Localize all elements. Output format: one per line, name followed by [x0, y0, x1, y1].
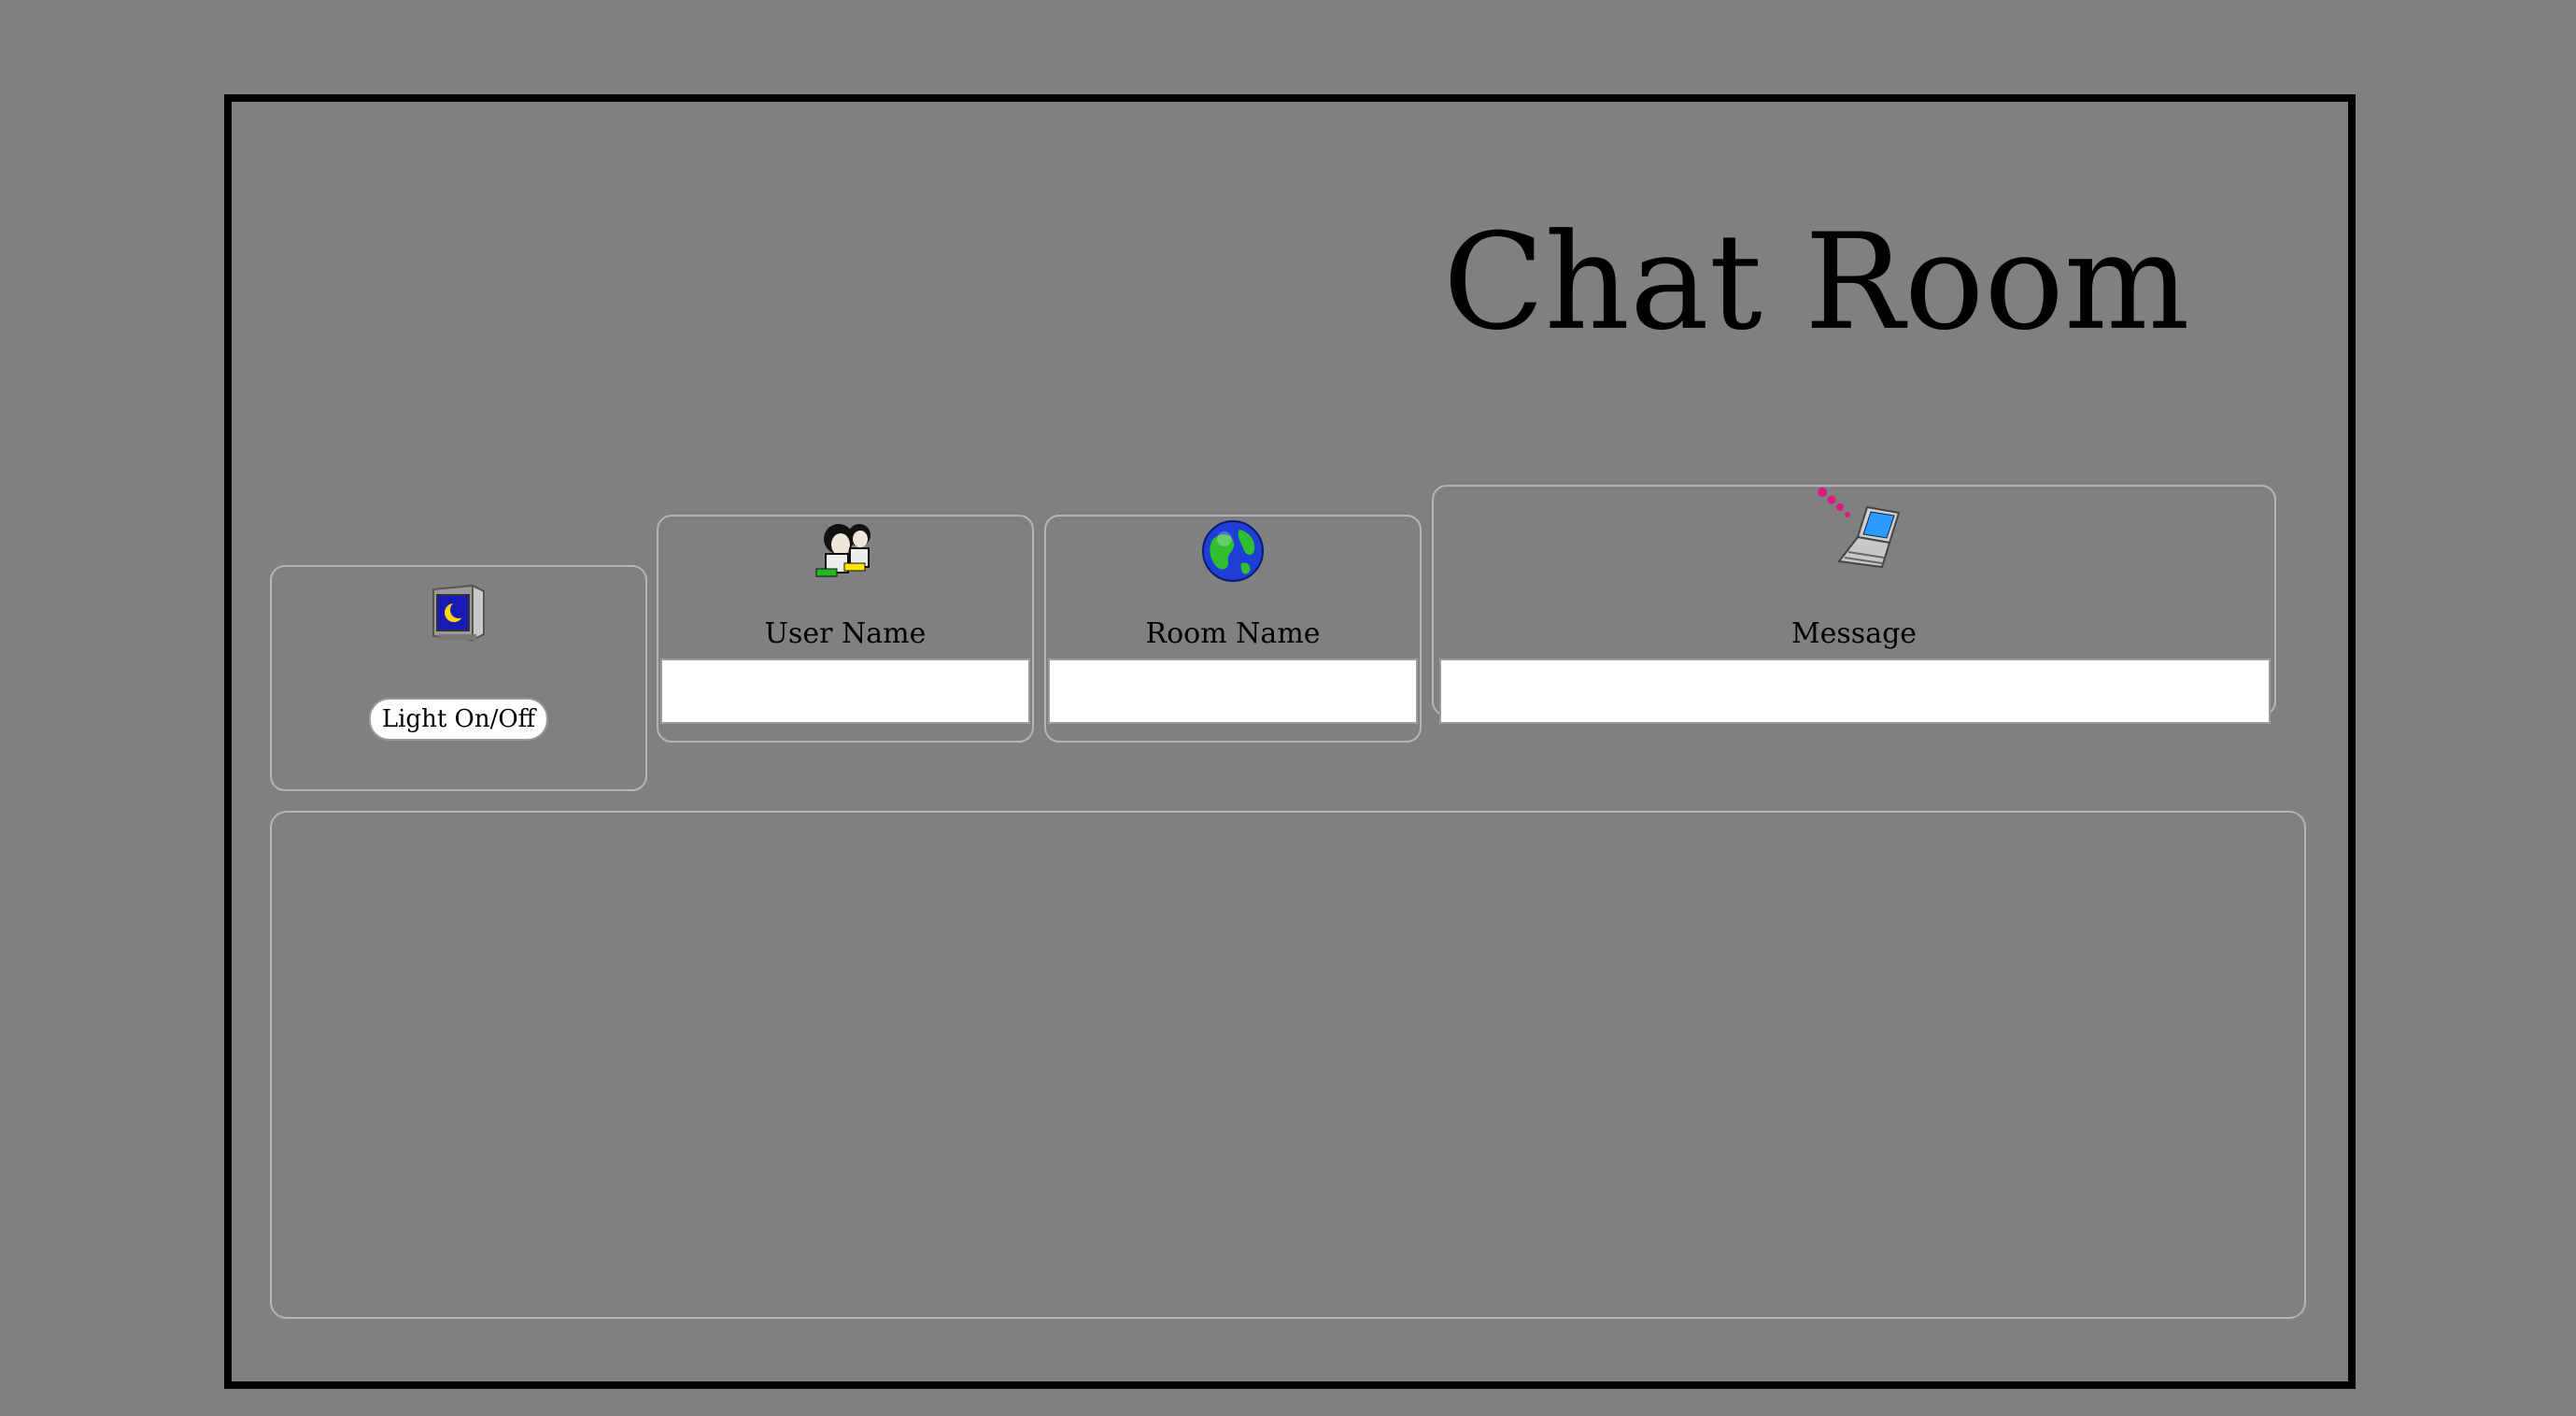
- room-name-input[interactable]: [1048, 658, 1418, 724]
- room-name-panel: Room Name: [1044, 515, 1422, 743]
- page-title: Chat Room: [1443, 205, 2190, 360]
- user-name-label: User Name: [764, 617, 927, 650]
- laptop-signal-icon: [1815, 487, 1908, 576]
- users-icon: [813, 520, 878, 586]
- user-name-panel: User Name: [657, 515, 1034, 743]
- monitor-moon-icon: [426, 580, 491, 649]
- chat-messages-area: [270, 811, 2306, 1319]
- globe-icon: [1200, 518, 1266, 588]
- light-toggle-button[interactable]: Light On/Off: [368, 698, 549, 741]
- light-panel: Light On/Off: [270, 565, 647, 791]
- message-input[interactable]: [1439, 658, 2271, 724]
- message-label: Message: [1790, 617, 1918, 650]
- message-panel: Message: [1432, 485, 2276, 724]
- room-name-label: Room Name: [1145, 617, 1321, 650]
- user-name-input[interactable]: [660, 658, 1030, 724]
